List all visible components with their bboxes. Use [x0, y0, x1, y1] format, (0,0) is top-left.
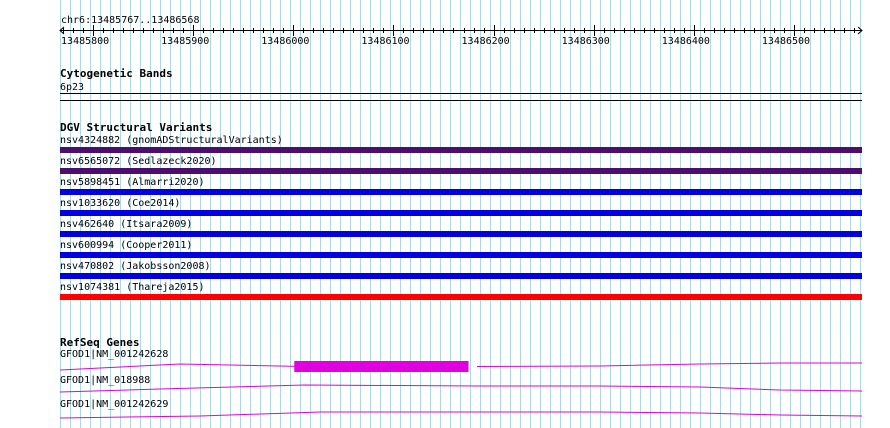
gene-exon[interactable]	[294, 361, 469, 372]
gene-intron-line[interactable]	[59, 411, 863, 419]
gene-models[interactable]	[0, 0, 890, 428]
genome-browser-view: chr6:13485767..13486568 13485800 13485900…	[0, 0, 890, 428]
gene-intron-line[interactable]	[59, 384, 863, 393]
